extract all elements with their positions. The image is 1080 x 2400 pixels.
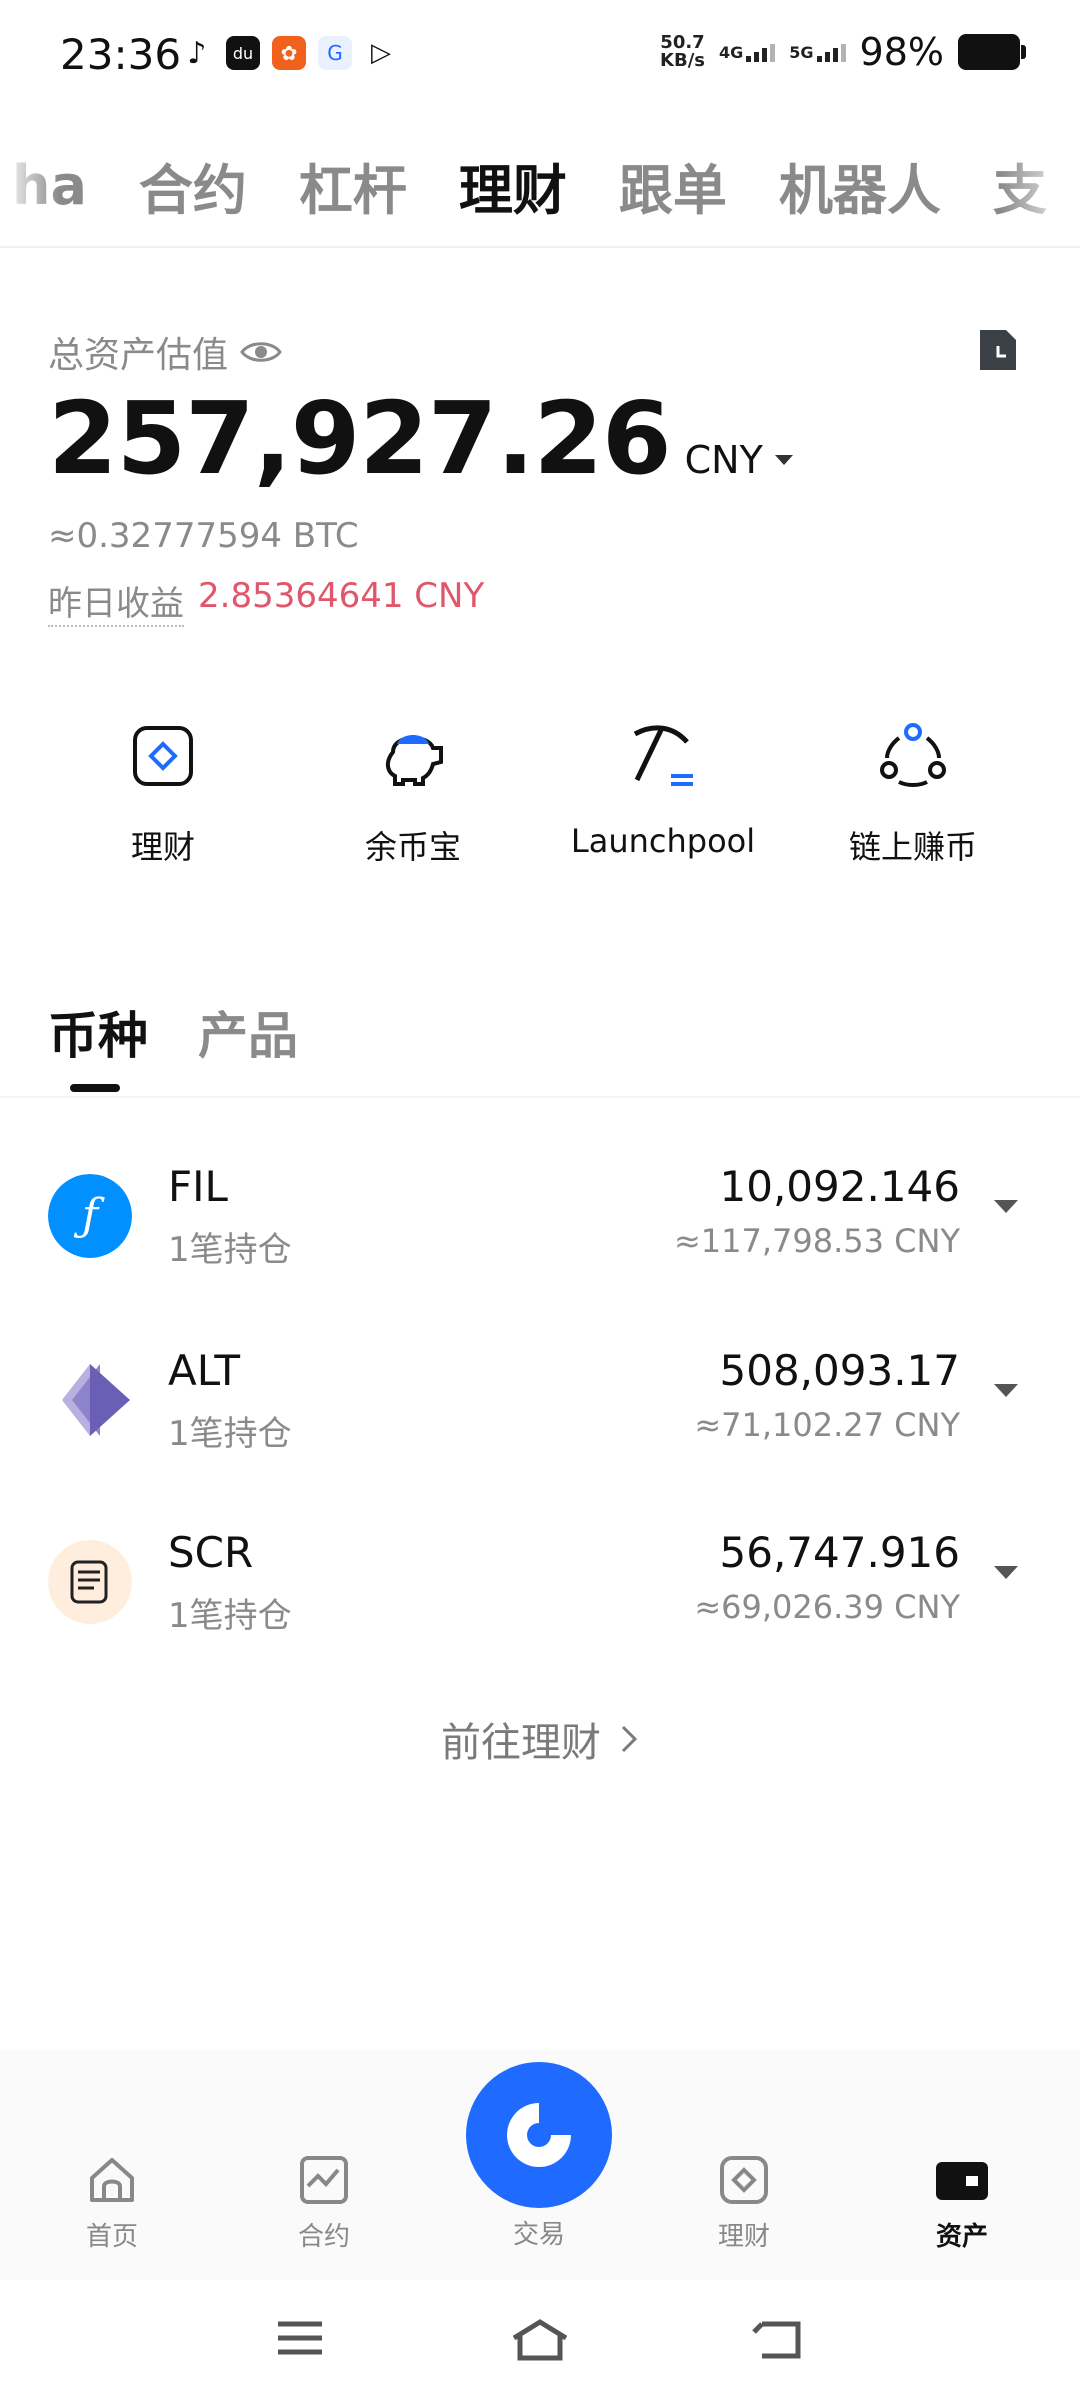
trade-logo-icon bbox=[507, 2103, 571, 2167]
expand-chevron-icon[interactable] bbox=[994, 1566, 1018, 1579]
tiktok-icon: ♪ bbox=[180, 36, 214, 71]
goto-earn-link[interactable]: 前往理财 bbox=[0, 1710, 1080, 1768]
action-onchain-earn-label: 链上赚币 bbox=[848, 828, 977, 866]
piggy-bank-icon bbox=[386, 735, 443, 786]
earn-icon bbox=[133, 726, 193, 786]
tab-coins[interactable]: 币种 bbox=[48, 996, 148, 1068]
coin-cny-value: ≈71,102.27 CNY bbox=[694, 1406, 960, 1444]
coin-amount: 10,092.146 bbox=[719, 1162, 960, 1211]
coin-amount: 508,093.17 bbox=[719, 1346, 960, 1395]
play-icon: ▷ bbox=[364, 36, 398, 70]
yesterday-earnings-value: 2.85364641 CNY bbox=[198, 576, 485, 616]
top-tab-bar: ha 合约 杠杆 理财 跟单 机器人 支 bbox=[0, 130, 1080, 240]
notification-icons: ♪ du ✿ G ▷ bbox=[180, 36, 398, 71]
positions-count: 1笔持仓 bbox=[168, 1596, 292, 1636]
coin-cny-value: ≈117,798.53 CNY bbox=[673, 1222, 960, 1260]
signal-5g-icon: 5G bbox=[789, 42, 846, 62]
coin-symbol: SCR bbox=[168, 1528, 254, 1577]
system-nav-bar bbox=[0, 2280, 1080, 2400]
nav-assets[interactable]: 资产 bbox=[892, 2154, 1032, 2253]
dewu-icon: du bbox=[226, 36, 260, 70]
alt-logo-icon bbox=[62, 1364, 130, 1436]
clock: 23:36 bbox=[60, 30, 182, 79]
action-onchain-earn[interactable]: 链上赚币 bbox=[788, 720, 1038, 868]
nav-home-label: 首页 bbox=[85, 2222, 138, 2252]
total-assets: 257,927.26 CNY bbox=[48, 380, 793, 497]
currency-selector[interactable]: CNY bbox=[685, 438, 793, 482]
holding-row-fil[interactable]: ƒ FIL 1笔持仓 10,092.146 ≈117,798.53 CNY bbox=[0, 1150, 1080, 1300]
wallet-icon bbox=[936, 2162, 988, 2200]
nav-home[interactable]: 首页 bbox=[42, 2154, 182, 2253]
coin-symbol: FIL bbox=[168, 1162, 228, 1211]
action-launchpool-label: Launchpool bbox=[570, 822, 756, 860]
battery-percent: 98% bbox=[859, 30, 944, 74]
divider bbox=[0, 1096, 1080, 1098]
coin-symbol: ALT bbox=[168, 1346, 241, 1395]
onchain-icon bbox=[880, 723, 946, 787]
chevron-right-icon bbox=[621, 1725, 638, 1753]
tab-futures[interactable]: 合约 bbox=[113, 146, 273, 225]
shopping-app-icon: ✿ bbox=[272, 36, 306, 70]
coin-amount: 56,747.916 bbox=[719, 1528, 960, 1577]
positions-count: 1笔持仓 bbox=[168, 1414, 292, 1454]
goto-earn-label: 前往理财 bbox=[441, 1720, 601, 1766]
action-simple-earn[interactable]: 余币宝 bbox=[288, 720, 538, 868]
total-assets-label: 总资产估值 bbox=[48, 335, 229, 376]
holding-row-scr[interactable]: SCR 1笔持仓 56,747.916 ≈69,026.39 CNY bbox=[0, 1516, 1080, 1666]
network-type-1: 4G bbox=[719, 42, 744, 62]
history-icon[interactable] bbox=[976, 326, 1020, 374]
action-earn[interactable]: 理财 bbox=[38, 720, 288, 868]
browser-app-icon: G bbox=[318, 36, 352, 70]
nav-earn-label: 理财 bbox=[717, 2222, 770, 2252]
expand-chevron-icon[interactable] bbox=[994, 1384, 1018, 1397]
home-icon bbox=[90, 2158, 134, 2202]
tab-copy-trading[interactable]: 跟单 bbox=[593, 146, 753, 225]
yesterday-earnings: 昨日收益 2.85364641 CNY bbox=[48, 576, 484, 627]
btc-equivalent: ≈0.32777594 BTC bbox=[48, 516, 359, 556]
nav-futures[interactable]: 合约 bbox=[254, 2154, 394, 2253]
tab-products[interactable]: 产品 bbox=[198, 996, 298, 1068]
action-earn-label: 理财 bbox=[130, 828, 195, 866]
action-simple-earn-label: 余币宝 bbox=[364, 828, 461, 866]
yesterday-earnings-label[interactable]: 昨日收益 bbox=[48, 576, 184, 627]
back-icon[interactable] bbox=[752, 2318, 804, 2362]
menu-icon[interactable] bbox=[276, 2318, 324, 2358]
network-speed: 50.7 KB/s bbox=[660, 34, 705, 70]
nav-assets-label: 资产 bbox=[935, 2222, 988, 2252]
caret-down-icon bbox=[774, 455, 793, 465]
positions-count: 1笔持仓 bbox=[168, 1230, 292, 1270]
scr-logo-icon bbox=[48, 1540, 132, 1624]
nav-futures-label: 合约 bbox=[297, 2222, 350, 2252]
status-bar: 23:36 ♪ du ✿ G ▷ 50.7 KB/s 4G 5G 98% bbox=[0, 0, 1080, 110]
holdings-tab-bar: 币种 产品 bbox=[48, 996, 298, 1068]
battery-icon bbox=[958, 34, 1026, 70]
expand-chevron-icon[interactable] bbox=[994, 1200, 1018, 1213]
pickaxe-icon bbox=[633, 725, 693, 786]
total-assets-label-row: 总资产估值 bbox=[48, 326, 282, 378]
quick-actions: 理财 余币宝 Launchpool 链上赚币 bbox=[0, 720, 1080, 868]
total-assets-value: 257,927.26 bbox=[48, 380, 672, 497]
tab-margin[interactable]: 杠杆 bbox=[273, 146, 433, 225]
action-launchpool[interactable]: Launchpool bbox=[538, 720, 788, 868]
active-tab-indicator bbox=[70, 1084, 120, 1092]
home-nav-icon[interactable] bbox=[510, 2318, 570, 2362]
fil-logo-icon: ƒ bbox=[48, 1174, 132, 1258]
coin-cny-value: ≈69,026.39 CNY bbox=[694, 1588, 960, 1626]
trade-button[interactable] bbox=[466, 2062, 612, 2208]
signal-4g-icon: 4G bbox=[719, 42, 776, 62]
tab-fade-right bbox=[1000, 130, 1080, 240]
tab-fade-left bbox=[0, 130, 60, 240]
tab-earn[interactable]: 理财 bbox=[433, 146, 593, 225]
currency-label: CNY bbox=[684, 438, 763, 482]
network-speed-unit: KB/s bbox=[660, 50, 705, 71]
nav-earn[interactable]: 理财 bbox=[674, 2154, 814, 2253]
tab-bots[interactable]: 机器人 bbox=[753, 146, 967, 225]
futures-chart-icon bbox=[300, 2156, 348, 2204]
eye-icon[interactable] bbox=[240, 338, 282, 366]
nav-trade-label: 交易 bbox=[512, 2220, 565, 2250]
earn-icon bbox=[720, 2156, 768, 2204]
divider bbox=[0, 246, 1080, 248]
holding-row-alt[interactable]: ALT 1笔持仓 508,093.17 ≈71,102.27 CNY bbox=[0, 1334, 1080, 1484]
network-type-2: 5G bbox=[789, 42, 814, 62]
